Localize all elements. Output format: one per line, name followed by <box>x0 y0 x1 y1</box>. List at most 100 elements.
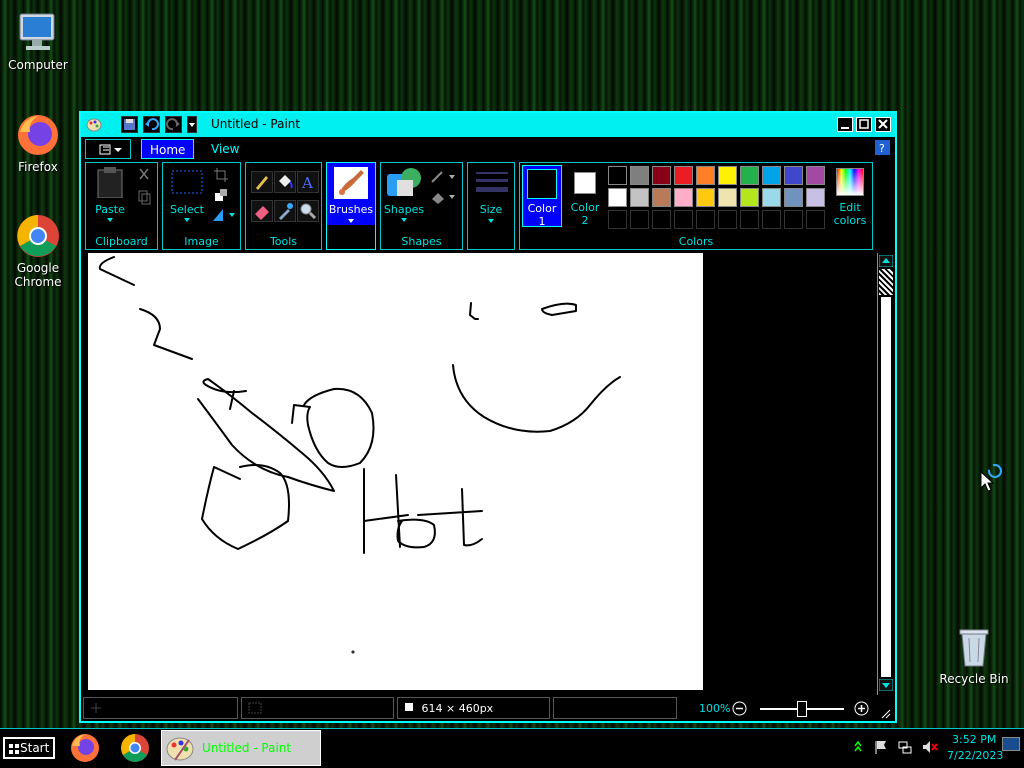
size-button[interactable]: Size <box>467 162 515 250</box>
crop-icon[interactable] <box>213 167 229 183</box>
taskbar-firefox-icon[interactable] <box>69 732 101 764</box>
drawing-canvas[interactable] <box>88 253 703 690</box>
vertical-scrollbar[interactable] <box>877 253 894 695</box>
scroll-thumb[interactable] <box>879 269 893 295</box>
color-picker-tool[interactable] <box>274 200 296 222</box>
magnifier-tool[interactable] <box>297 200 319 222</box>
palette-swatch[interactable] <box>740 188 759 207</box>
help-icon[interactable]: ? <box>875 140 890 155</box>
customize-quick-access-button[interactable] <box>187 116 197 133</box>
taskbar-paint-button[interactable]: Untitled - Paint <box>161 730 321 766</box>
shapes-button[interactable]: Shapes <box>383 166 425 226</box>
palette-swatch[interactable] <box>784 166 803 185</box>
minimize-button[interactable] <box>837 117 853 132</box>
clock-date[interactable]: 7/22/2023 <box>947 749 1003 762</box>
desktop-icon-computer[interactable]: Computer <box>2 10 74 72</box>
title-bar[interactable]: Untitled - Paint <box>81 113 895 137</box>
color2-button[interactable]: Color 2 <box>565 165 605 227</box>
clock-time[interactable]: 3:52 PM <box>952 733 996 746</box>
palette-swatch[interactable] <box>806 210 825 229</box>
zoom-slider-thumb[interactable] <box>797 701 807 717</box>
fill-tool[interactable] <box>274 171 296 193</box>
color1-button[interactable]: Color 1 <box>522 165 562 228</box>
scroll-down-icon[interactable] <box>879 679 893 691</box>
scroll-up-icon[interactable] <box>879 255 893 267</box>
copy-icon[interactable] <box>136 189 152 205</box>
desktop-icon-recycle-bin[interactable]: Recycle Bin <box>938 624 1010 686</box>
cut-icon[interactable] <box>136 167 152 183</box>
resize-icon[interactable] <box>213 187 229 203</box>
brushes-button[interactable]: Brushes <box>326 162 376 250</box>
text-tool[interactable]: A <box>297 171 319 193</box>
palette-swatch[interactable] <box>608 188 627 207</box>
select-icon <box>171 170 203 194</box>
palette-swatch[interactable] <box>696 188 715 207</box>
desktop-icon-firefox[interactable]: Firefox <box>2 112 74 174</box>
palette-swatch[interactable] <box>630 188 649 207</box>
palette-swatch[interactable] <box>630 210 649 229</box>
palette-swatch[interactable] <box>762 188 781 207</box>
taskbar-chrome-icon[interactable] <box>119 732 151 764</box>
palette-swatch[interactable] <box>696 166 715 185</box>
select-button[interactable]: Select <box>167 166 207 226</box>
file-size-box <box>553 697 677 719</box>
eraser-tool[interactable] <box>251 200 273 222</box>
brushes-label: Brushes <box>328 203 374 216</box>
network-icon[interactable] <box>897 739 913 755</box>
palette-swatch[interactable] <box>762 166 781 185</box>
palette-swatch[interactable] <box>652 210 671 229</box>
tab-view[interactable]: View <box>203 139 247 159</box>
show-desktop-button[interactable] <box>1002 737 1020 751</box>
palette-swatch[interactable] <box>718 188 737 207</box>
fill-icon[interactable] <box>429 189 457 205</box>
paint-window: Untitled - Paint Home View ? Paste Clipb… <box>79 111 897 723</box>
pencil-tool[interactable] <box>251 171 273 193</box>
start-button[interactable]: Start <box>3 737 55 759</box>
magnifier-icon <box>300 203 317 220</box>
palette-swatch[interactable] <box>608 166 627 185</box>
palette-swatch[interactable] <box>674 188 693 207</box>
volume-muted-icon[interactable] <box>921 739 939 755</box>
palette-swatch[interactable] <box>806 166 825 185</box>
redo-quick-button[interactable] <box>165 116 182 133</box>
rotate-icon[interactable] <box>211 207 237 223</box>
palette-swatch[interactable] <box>806 188 825 207</box>
zoom-out-icon[interactable] <box>732 701 747 716</box>
close-button[interactable] <box>875 117 891 132</box>
palette-swatch[interactable] <box>740 210 759 229</box>
maximize-button[interactable] <box>856 117 872 132</box>
action-center-flag-icon[interactable] <box>873 739 889 755</box>
zoom-in-icon[interactable] <box>854 701 869 716</box>
tab-home[interactable]: Home <box>141 139 195 159</box>
edit-colors-button[interactable]: Edit colors <box>828 165 872 227</box>
palette-swatch[interactable] <box>652 188 671 207</box>
eraser-icon <box>255 206 269 220</box>
palette-swatch[interactable] <box>696 210 715 229</box>
palette-swatch[interactable] <box>784 210 803 229</box>
save-quick-button[interactable] <box>121 116 138 133</box>
palette-swatch[interactable] <box>718 166 737 185</box>
palette-swatch[interactable] <box>740 166 759 185</box>
desktop-label-chrome: Google Chrome <box>14 261 62 289</box>
file-menu-button[interactable] <box>85 139 131 159</box>
undo-quick-button[interactable] <box>143 116 160 133</box>
outline-icon[interactable] <box>429 169 457 185</box>
palette-swatch[interactable] <box>652 166 671 185</box>
palette-swatch[interactable] <box>762 210 781 229</box>
image-group: Select Image <box>162 162 241 250</box>
svg-text:?: ? <box>879 142 885 155</box>
palette-swatch[interactable] <box>674 166 693 185</box>
palette-swatch[interactable] <box>718 210 737 229</box>
shapes-group: Shapes Shapes <box>380 162 463 250</box>
palette-swatch[interactable] <box>674 210 693 229</box>
resize-grip-icon[interactable] <box>879 707 891 719</box>
paste-button[interactable]: Paste <box>90 166 130 226</box>
palette-swatch[interactable] <box>784 188 803 207</box>
close-icon <box>878 119 888 129</box>
stroke-H <box>363 468 409 554</box>
palette-swatch[interactable] <box>608 210 627 229</box>
palette-swatch[interactable] <box>630 166 649 185</box>
show-hidden-icons[interactable] <box>853 740 863 754</box>
desktop-icon-chrome[interactable]: Google Chrome <box>2 213 74 289</box>
chevron-down-icon <box>401 218 407 222</box>
